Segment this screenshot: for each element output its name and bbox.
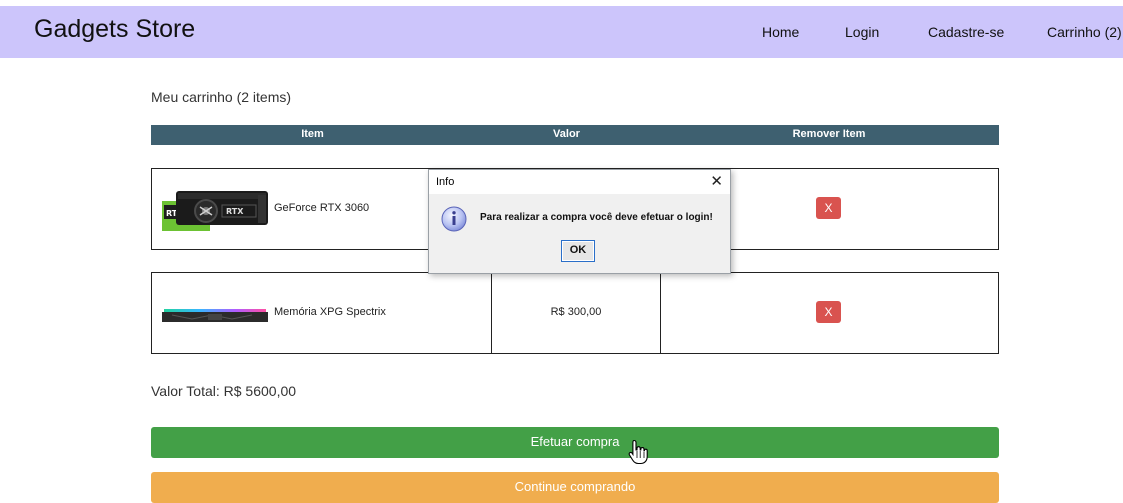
svg-text:RTX: RTX [226,207,244,216]
top-navbar: Gadgets Store Home Login Cadastre-se Car… [0,6,1123,58]
hand-pointer-icon [628,439,648,465]
product-name: Memória XPG Spectrix [274,306,386,318]
nav-signup-link[interactable]: Cadastre-se [928,24,1004,40]
ok-button[interactable]: OK [561,240,595,262]
nav-cart-link[interactable]: Carrinho (2) [1047,24,1122,40]
nav-home-link[interactable]: Home [762,24,799,40]
cart-heading: Meu carrinho (2 items) [151,89,292,105]
graphics-card-icon: RTX RTX [162,191,268,231]
cart-total: Valor Total: R$ 5600,00 [151,383,297,399]
column-header-item: Item [301,128,324,140]
dialog-message: Para realizar a compra você deve efetuar… [480,212,713,223]
info-dialog: Info ✕ Para realizar a compra você deve … [428,169,731,274]
product-name: GeForce RTX 3060 [274,202,370,214]
product-price: R$ 300,00 [550,306,602,318]
continue-shopping-button[interactable]: Continue comprando [151,472,999,503]
brand-title[interactable]: Gadgets Store [34,15,195,44]
dialog-titlebar[interactable]: Info ✕ [429,170,730,194]
remove-item-button[interactable]: X [816,301,841,323]
cart-table-header: Item Valor Remover Item [151,125,999,145]
checkout-button[interactable]: Efetuar compra [151,427,999,458]
dialog-title: Info [436,176,455,188]
ram-module-icon [162,309,268,322]
column-header-value: Valor [553,128,580,140]
cart-row-2: Memória XPG Spectrix R$ 300,00 X [151,272,999,354]
nav-login-link[interactable]: Login [845,24,879,40]
remove-item-button[interactable]: X [816,197,841,219]
info-icon [441,206,467,232]
column-header-remove: Remover Item [792,128,866,140]
close-icon[interactable]: ✕ [710,172,723,190]
cell-divider [660,273,661,353]
